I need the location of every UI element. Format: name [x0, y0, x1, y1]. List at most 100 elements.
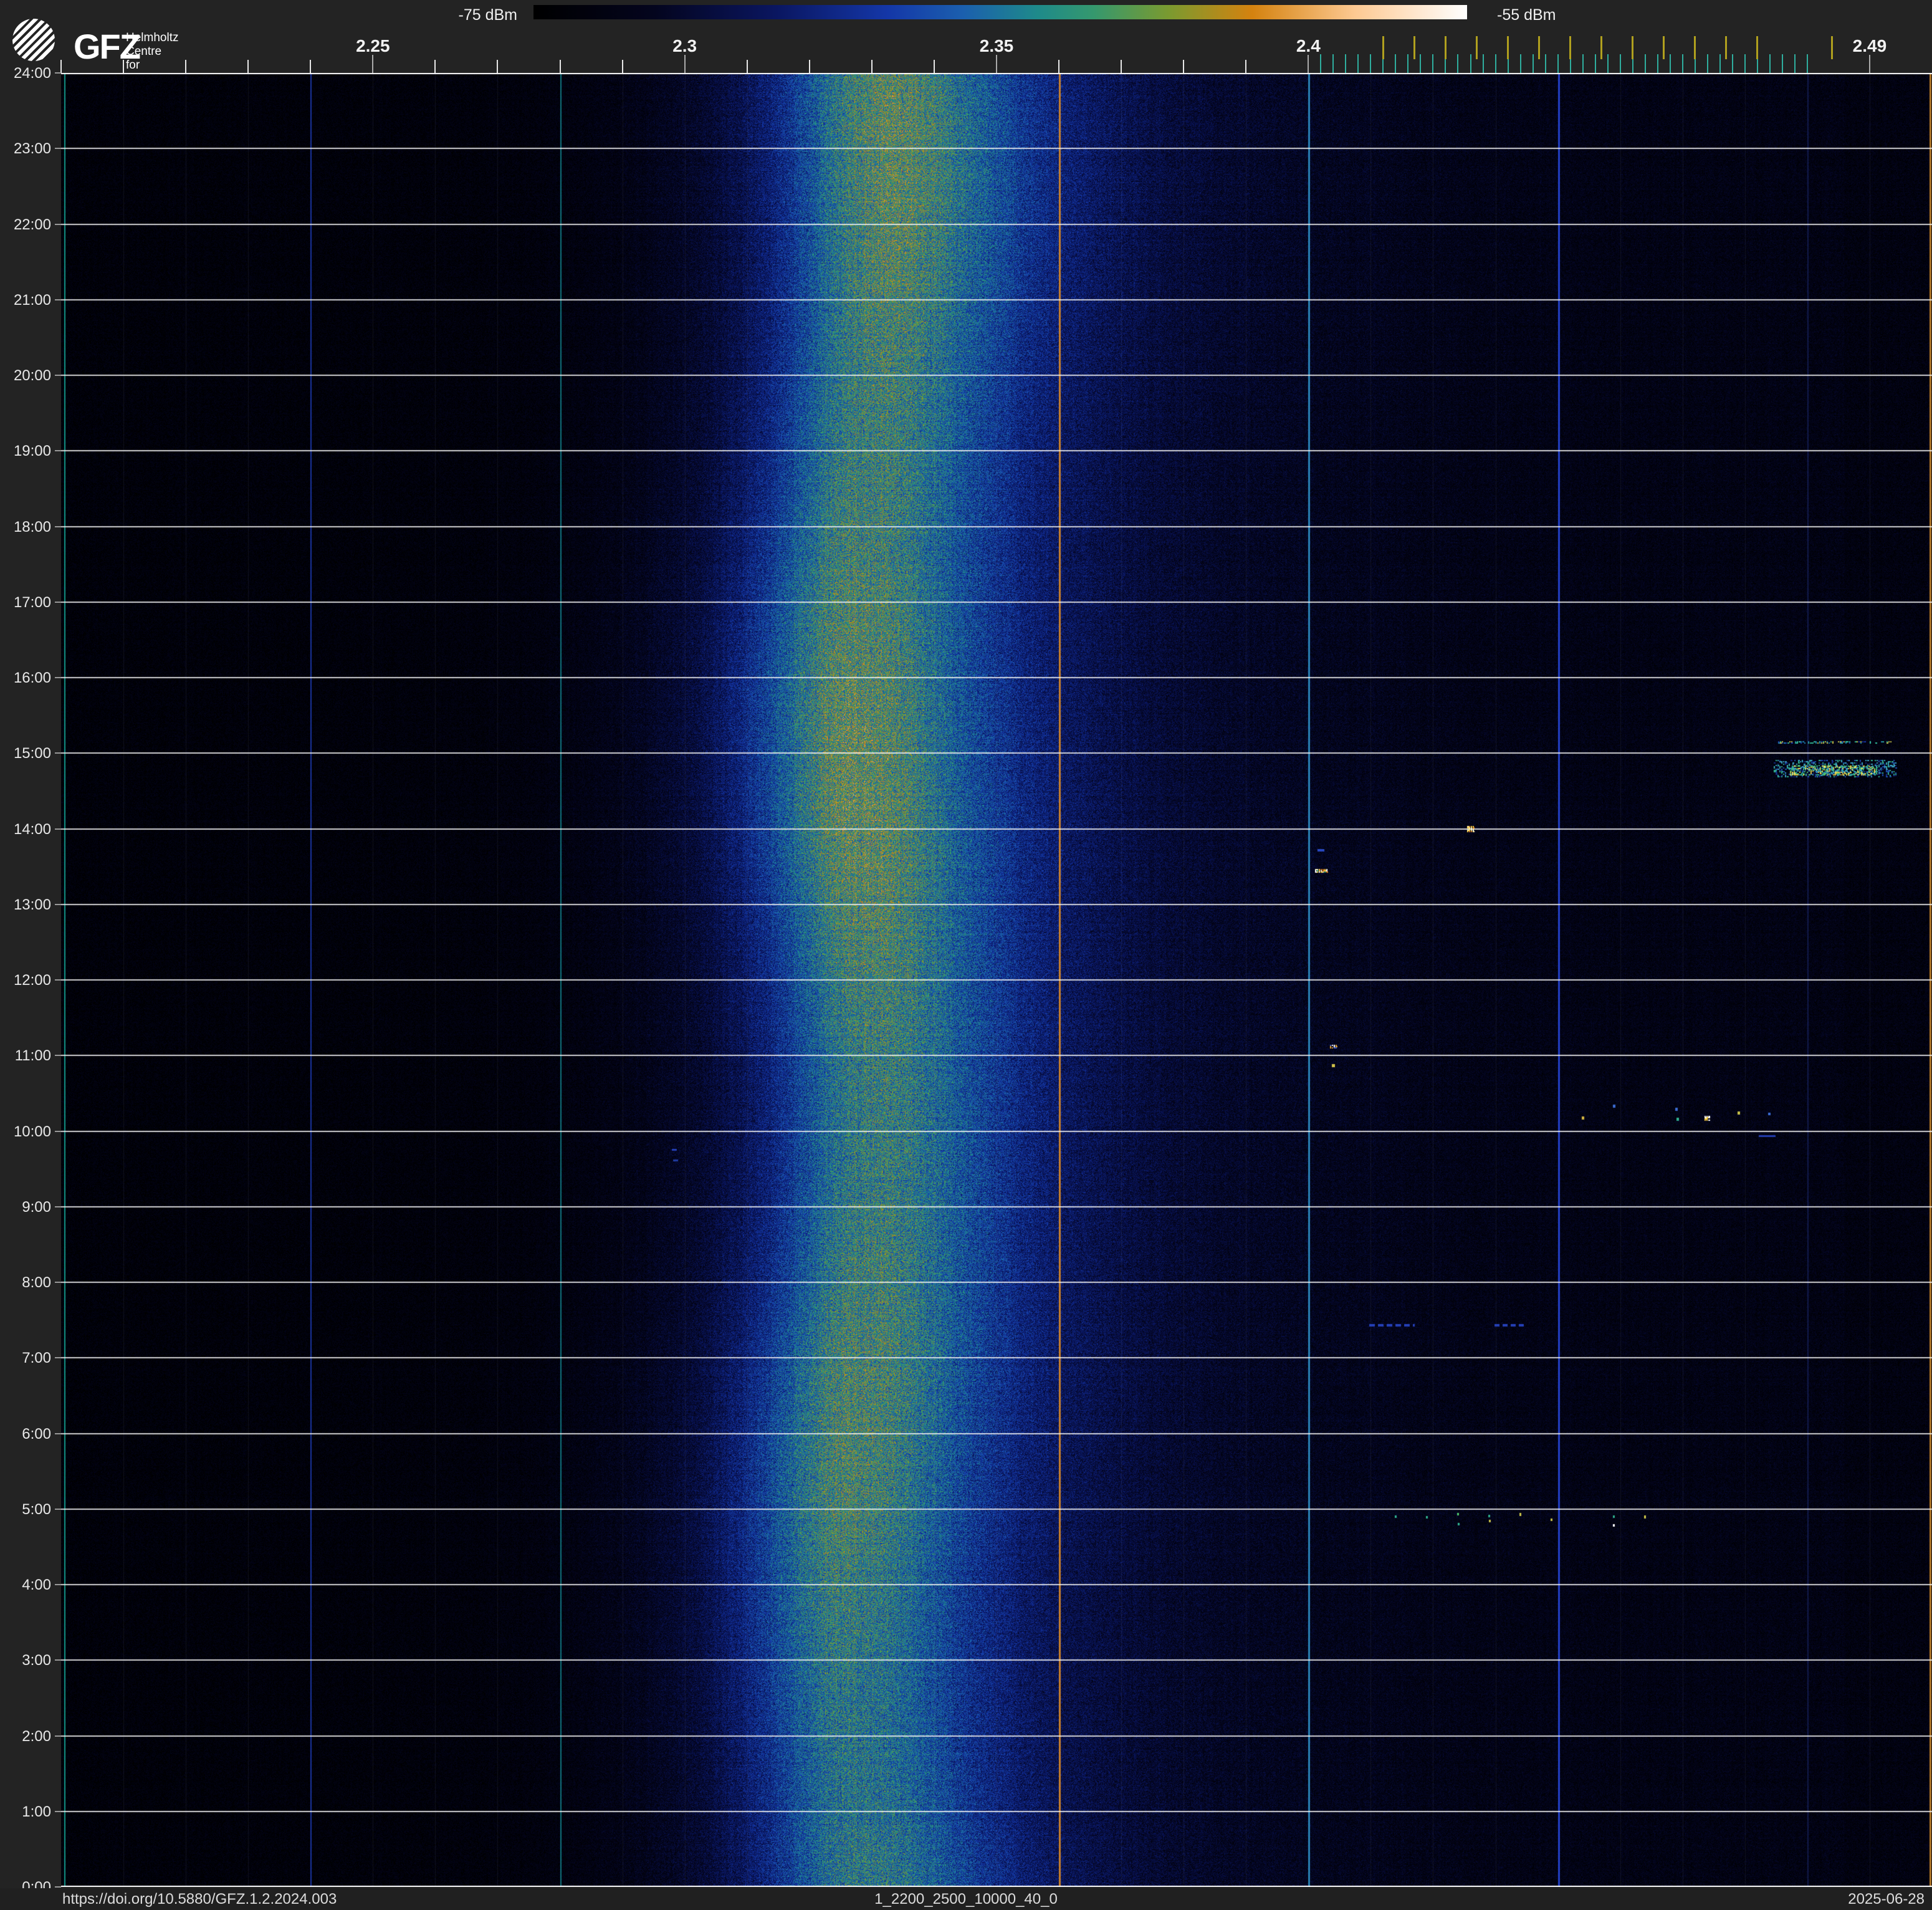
- freq-minor-tick: [247, 60, 249, 73]
- freq-minor-tick: [60, 60, 62, 73]
- freq-minor-tick: [808, 60, 810, 73]
- hour-tick: [55, 1735, 61, 1737]
- hour-tick-label: 18:00: [13, 518, 51, 535]
- ble-channel-tick: [1769, 54, 1771, 73]
- ble-channel-tick: [1657, 54, 1658, 73]
- hour-tick: [55, 525, 61, 527]
- hour-tick-label: 4:00: [22, 1576, 51, 1593]
- ble-channel-tick: [1806, 54, 1808, 73]
- freq-major-tick: [1868, 55, 1870, 73]
- freq-minor-tick: [123, 60, 125, 73]
- freq-major-tick: [684, 55, 686, 73]
- wifi-channel-tick: [1538, 36, 1541, 59]
- hour-tick-label: 7:00: [22, 1350, 51, 1367]
- freq-minor-tick: [1245, 60, 1247, 73]
- footer-date: 2025-06-28: [1848, 1891, 1925, 1908]
- freq-minor-tick: [434, 60, 436, 73]
- ble-channel-tick: [1457, 54, 1459, 73]
- hour-tick-label: 2:00: [22, 1727, 51, 1745]
- ble-channel-tick: [1781, 54, 1783, 73]
- freq-minor-tick: [185, 60, 187, 73]
- wifi-channel-tick: [1476, 36, 1478, 59]
- hour-tick: [55, 1432, 61, 1434]
- hour-tick: [55, 1886, 61, 1888]
- hour-tick: [55, 828, 61, 830]
- hour-tick-label: 11:00: [14, 1047, 51, 1065]
- footer-bar: https://doi.org/10.5880/GFZ.1.2.2024.003…: [0, 1888, 1932, 1910]
- ble-channel-tick: [1320, 54, 1322, 73]
- wifi-channel-tick: [1694, 36, 1696, 59]
- hour-tick: [55, 1584, 61, 1585]
- footer-dataset-id: 1_2200_2500_10000_40_0: [874, 1891, 1058, 1908]
- hour-tick-label: 12:00: [13, 972, 51, 989]
- ble-channel-tick: [1744, 54, 1746, 73]
- hour-tick-label: 5:00: [22, 1500, 51, 1518]
- hour-tick: [55, 1130, 61, 1132]
- hour-tick-label: 20:00: [13, 367, 51, 384]
- ble-channel-tick: [1332, 54, 1334, 73]
- ble-channel-tick: [1370, 54, 1372, 73]
- freq-tick-label: 2.25: [356, 36, 390, 55]
- ble-channel-tick: [1669, 54, 1671, 73]
- hour-tick: [55, 223, 61, 225]
- hour-tick: [55, 752, 61, 754]
- hour-tick: [55, 903, 61, 905]
- hour-tick-label: 9:00: [22, 1198, 51, 1216]
- spectrogram-canvas: [61, 73, 1932, 1887]
- ble-channel-tick: [1582, 54, 1584, 73]
- hour-tick-label: 22:00: [13, 216, 51, 233]
- ble-channel-tick: [1519, 54, 1521, 73]
- freq-major-tick: [1308, 55, 1309, 73]
- hour-tick: [55, 1357, 61, 1359]
- freq-minor-tick: [871, 60, 873, 73]
- colorbar-min-label: -75 dBm: [458, 6, 517, 24]
- freq-minor-tick: [621, 60, 623, 73]
- ble-channel-tick: [1719, 54, 1721, 73]
- wifi-channel-tick: [1507, 36, 1509, 59]
- hour-tick-label: 17:00: [13, 593, 51, 611]
- hour-tick-label: 21:00: [13, 291, 51, 309]
- spectrogram-page: GFZ Helmholtz Centre for Geosciences -75…: [0, 0, 1932, 1910]
- ble-channel-tick: [1395, 54, 1397, 73]
- freq-tick-label: 2.49: [1852, 36, 1887, 55]
- ble-channel-tick: [1594, 54, 1596, 73]
- hour-tick: [55, 1810, 61, 1812]
- hour-tick-label: 15:00: [13, 745, 51, 762]
- hour-tick: [55, 1282, 61, 1283]
- freq-major-tick: [996, 55, 997, 73]
- freq-minor-tick: [933, 60, 935, 73]
- wifi-channel-tick: [1444, 36, 1447, 59]
- header-bar: GFZ Helmholtz Centre for Geosciences -75…: [0, 0, 1932, 85]
- freq-minor-tick: [1058, 60, 1060, 73]
- ble-channel-tick: [1432, 54, 1434, 73]
- ble-channel-tick: [1644, 54, 1646, 73]
- ble-channel-tick: [1482, 54, 1484, 73]
- hour-tick: [55, 1055, 61, 1057]
- freq-tick-label: 2.35: [979, 36, 1014, 55]
- hour-tick-label: 10:00: [13, 1123, 51, 1140]
- ble-channel-tick: [1407, 54, 1409, 73]
- hour-tick: [55, 375, 61, 376]
- ble-channel-tick: [1345, 54, 1347, 73]
- ble-channel-tick: [1544, 54, 1546, 73]
- footer-doi-link: https://doi.org/10.5880/GFZ.1.2.2024.003: [62, 1891, 337, 1908]
- freq-minor-tick: [310, 60, 312, 73]
- freq-minor-tick: [1121, 60, 1122, 73]
- ble-channel-tick: [1470, 54, 1471, 73]
- freq-tick-label: 2.3: [672, 36, 697, 55]
- hour-tick-label: 14:00: [13, 820, 51, 838]
- hour-tick-label: 3:00: [22, 1652, 51, 1669]
- freq-minor-tick: [746, 60, 748, 73]
- ble-channel-tick: [1532, 54, 1534, 73]
- freq-major-tick: [372, 55, 374, 73]
- gfz-logo-subtitle-line1: Helmholtz Centre: [126, 31, 179, 58]
- hour-tick: [55, 72, 61, 74]
- ble-channel-tick: [1357, 54, 1359, 73]
- ble-channel-tick: [1607, 54, 1609, 73]
- hour-tick: [55, 601, 61, 603]
- hour-tick: [55, 1206, 61, 1207]
- hour-tick-label: 19:00: [13, 443, 51, 460]
- colorbar-max-label: -55 dBm: [1497, 6, 1556, 24]
- ble-channel-tick: [1706, 54, 1708, 73]
- wifi-channel-tick: [1413, 36, 1415, 59]
